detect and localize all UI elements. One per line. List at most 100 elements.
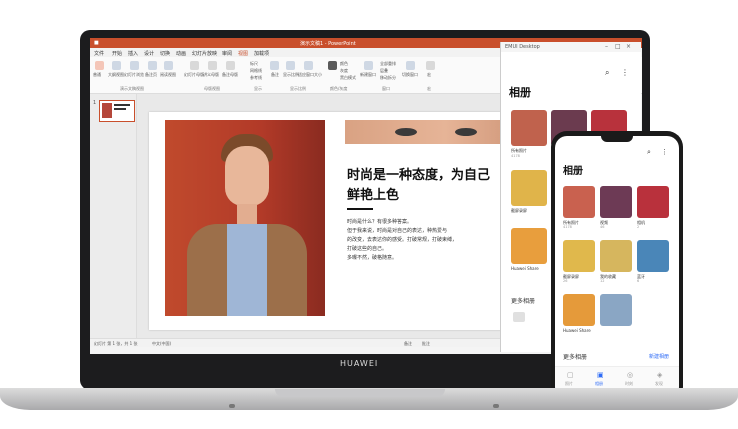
body-line: 的改变，去表达你的感受。打破常规，打破束缚， [347, 237, 458, 243]
slide-heading-line2: 鲜艳上色 [347, 188, 400, 203]
slide[interactable]: 时尚是一种态度，为自己 鲜艳上色 时尚是什么？有很多种答案。 但于我来说，时尚是… [149, 112, 539, 330]
phone-more-icon[interactable]: ⋮ [661, 148, 668, 156]
notes-icon[interactable] [270, 61, 279, 70]
ribbon-slide-master[interactable]: 幻灯片母版 [184, 72, 204, 78]
phone-search-icon[interactable]: ⌕ [647, 148, 651, 157]
menu-file[interactable]: 文件 [94, 50, 104, 57]
checkbox-gridlines[interactable]: 网格线 [250, 68, 262, 74]
ribbon-outline[interactable]: 大纲视图 [108, 72, 124, 78]
ribbon-arrange-all[interactable]: 全部重排 [380, 61, 396, 67]
phone-album-thumb[interactable] [563, 186, 595, 218]
menu-view[interactable]: 视图 [238, 50, 248, 57]
group-color: 颜色/灰度 [330, 86, 348, 91]
color-icon[interactable] [328, 61, 337, 70]
moments-tab-icon[interactable]: ◎ [627, 371, 633, 379]
fit-window-icon[interactable] [304, 61, 313, 70]
phone-album-thumb[interactable] [563, 294, 595, 326]
ppt-window-title: 演示文稿1 - PowerPoint [300, 41, 356, 47]
macro-icon[interactable] [426, 61, 435, 70]
outline-view-icon[interactable] [112, 61, 121, 70]
phone-album-count: 46 [600, 225, 605, 229]
status-notes[interactable]: 备注 [404, 341, 412, 347]
search-icon[interactable]: ⌕ [605, 68, 609, 78]
phone-album-thumb[interactable] [637, 240, 669, 272]
checkbox-ruler[interactable]: 标尺 [250, 61, 258, 67]
ribbon-cascade[interactable]: 层叠 [380, 68, 388, 74]
menu-addins[interactable]: 加载项 [254, 50, 269, 57]
menu-review[interactable]: 审阅 [222, 50, 232, 57]
discover-tab-icon[interactable]: ◈ [657, 371, 662, 379]
maximize-icon[interactable]: □ [615, 43, 621, 50]
tab-albums[interactable]: 相册 [595, 381, 603, 387]
group-master-views: 母版视图 [204, 86, 220, 91]
tab-moments[interactable]: 时刻 [625, 381, 633, 387]
slide-master-icon[interactable] [190, 61, 199, 70]
minimize-icon[interactable]: – [605, 43, 608, 50]
ribbon-black-white[interactable]: 黑白模式 [340, 75, 356, 81]
body-line: 打破这些的自己。 [347, 246, 388, 252]
ribbon-handout-master[interactable]: 讲义母版 [203, 72, 219, 78]
normal-view-icon[interactable] [95, 61, 104, 70]
save-icon[interactable]: ■ [94, 40, 99, 46]
ribbon-macros[interactable]: 宏 [427, 72, 431, 78]
ribbon-notes-master[interactable]: 备注母版 [222, 72, 238, 78]
ribbon-slide-sorter[interactable]: 幻灯片浏览 [124, 72, 144, 78]
ribbon-normal[interactable]: 普通 [93, 72, 101, 78]
phone-notch [601, 136, 633, 142]
phone-album-thumb[interactable] [600, 294, 632, 326]
checkbox-guides[interactable]: 参考线 [250, 75, 262, 81]
ribbon-zoom[interactable]: 显示比例 [283, 72, 299, 78]
phone-album-count: 12 [600, 279, 605, 283]
menu-home[interactable]: 开始 [112, 50, 122, 57]
more-icon[interactable]: ⋮ [621, 68, 629, 77]
ribbon-notes[interactable]: 备注 [271, 72, 279, 78]
notes-master-icon[interactable] [226, 61, 235, 70]
status-comments[interactable]: 批注 [422, 341, 430, 347]
phone-album-thumb[interactable] [637, 186, 669, 218]
laptop-foot [493, 404, 499, 408]
menu-insert[interactable]: 插入 [128, 50, 138, 57]
phone-screen: ⌕ ⋮ 相册 所有照片 4178 视频 46 相机 2 截屏录屏 26 我的收藏… [555, 136, 679, 398]
phone-more-albums: 更多相册 [563, 354, 588, 361]
menu-slideshow[interactable]: 幻灯片放映 [192, 50, 217, 57]
phone-album-title: 相册 [563, 166, 583, 177]
image-icon[interactable] [513, 312, 525, 322]
tab-discover[interactable]: 发现 [655, 381, 663, 387]
phone-album-thumb[interactable] [600, 240, 632, 272]
photos-tab-icon[interactable]: ▢ [567, 371, 574, 379]
notes-page-icon[interactable] [148, 61, 157, 70]
phone-album-thumb[interactable] [600, 186, 632, 218]
menu-animations[interactable]: 动画 [176, 50, 186, 57]
switch-window-icon[interactable] [406, 61, 415, 70]
close-icon[interactable]: × [626, 43, 631, 50]
albums-tab-icon[interactable]: ▣ [597, 371, 604, 379]
ribbon-grayscale[interactable]: 灰度 [340, 68, 348, 74]
menu-design[interactable]: 设计 [144, 50, 154, 57]
phone-album-thumb[interactable] [563, 240, 595, 272]
ribbon-notes-page[interactable]: 备注页 [145, 72, 157, 78]
slide-sorter-icon[interactable] [130, 61, 139, 70]
menu-transitions[interactable]: 切换 [160, 50, 170, 57]
ribbon-color[interactable]: 颜色 [340, 61, 348, 67]
group-zoom: 显示比例 [290, 86, 306, 91]
ribbon-switch-window[interactable]: 切换窗口 [402, 72, 418, 78]
handout-master-icon[interactable] [208, 61, 217, 70]
tab-photos[interactable]: 照片 [565, 381, 573, 387]
laptop-foot [229, 404, 235, 408]
ribbon-reading-view[interactable]: 阅读视图 [160, 72, 176, 78]
slide-thumbnail-pane: 1 [90, 94, 137, 338]
emui-album-thumb[interactable] [511, 228, 547, 264]
zoom-icon[interactable] [286, 61, 295, 70]
emui-album-thumb[interactable] [511, 110, 547, 146]
emui-more-albums: 更多相册 [511, 298, 536, 305]
slide-thumbnail[interactable] [99, 100, 135, 122]
new-album-button[interactable]: 新建相册 [649, 353, 669, 360]
ribbon-new-window[interactable]: 新建窗口 [360, 72, 376, 78]
emui-album-title: 相册 [509, 86, 531, 99]
new-window-icon[interactable] [364, 61, 373, 70]
ribbon-fit-window[interactable]: 适应窗口大小 [298, 72, 322, 78]
status-language[interactable]: 中文(中国) [152, 341, 171, 347]
emui-album-thumb[interactable] [511, 170, 547, 206]
ribbon-move-split[interactable]: 移动拆分 [380, 75, 396, 81]
reading-view-icon[interactable] [164, 61, 173, 70]
